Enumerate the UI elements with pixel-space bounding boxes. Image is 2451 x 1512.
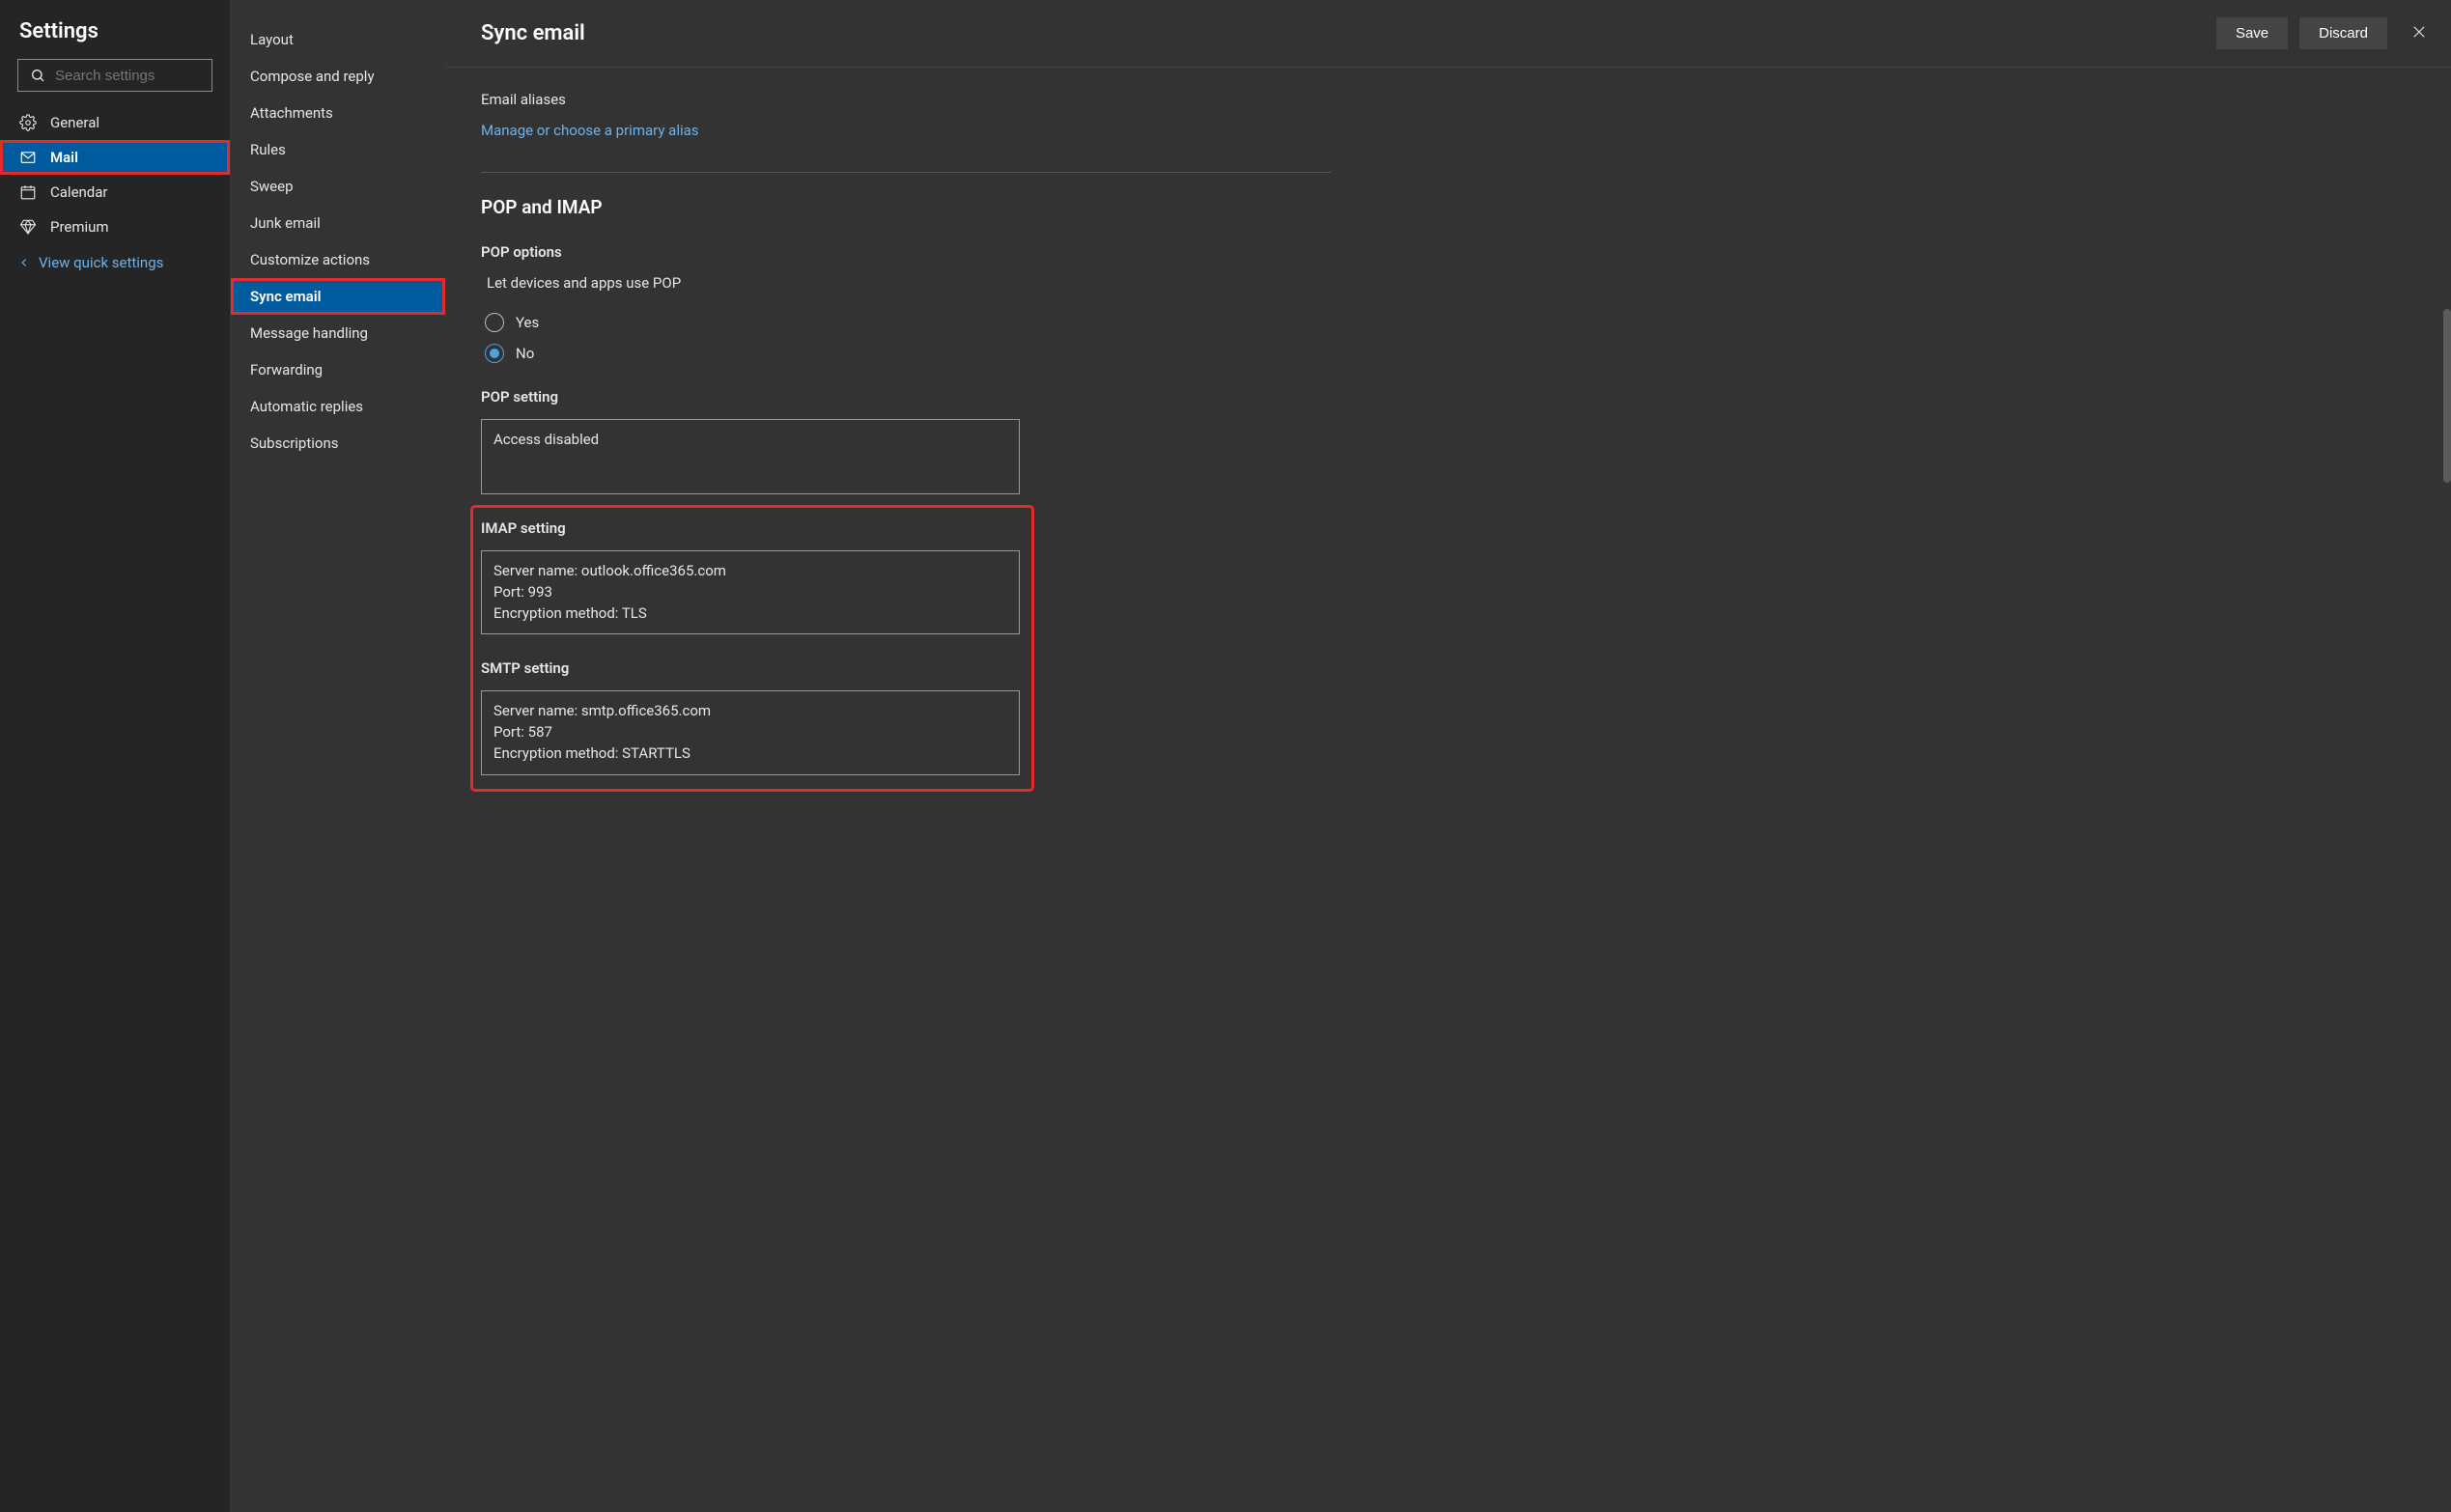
content-header: Sync email Save Discard <box>446 0 2451 68</box>
imap-smtp-highlight: IMAP setting Server name: outlook.office… <box>473 508 1031 789</box>
close-button[interactable] <box>2405 17 2434 49</box>
subnav-sync-email[interactable]: Sync email <box>231 278 445 315</box>
radio-circle <box>485 344 504 363</box>
subnav-rules[interactable]: Rules <box>231 131 445 168</box>
sidebar-item-label: Mail <box>50 149 78 166</box>
save-button[interactable]: Save <box>2216 17 2288 49</box>
sidebar-item-label: General <box>50 114 99 131</box>
pop-option-no[interactable]: No <box>485 338 1331 369</box>
sidebar-item-premium[interactable]: Premium <box>0 210 230 244</box>
subnav-customize-actions[interactable]: Customize actions <box>231 241 445 278</box>
subnav-layout[interactable]: Layout <box>231 21 445 58</box>
diamond-icon <box>19 218 37 236</box>
pop-options-radio-group: Yes No <box>481 307 1331 369</box>
smtp-setting-group: SMTP setting Server name: smtp.office365… <box>481 659 1024 774</box>
imap-setting-group: IMAP setting Server name: outlook.office… <box>481 519 1024 634</box>
pop-option-yes[interactable]: Yes <box>485 307 1331 338</box>
subnav-junk-email[interactable]: Junk email <box>231 205 445 241</box>
settings-sidebar: Settings General Mail Calendar Premium V… <box>0 0 231 1512</box>
mail-icon <box>19 149 37 166</box>
calendar-icon <box>19 183 37 201</box>
sidebar-item-general[interactable]: General <box>0 105 230 140</box>
page-title: Sync email <box>481 21 585 45</box>
pop-setting-heading: POP setting <box>481 388 1331 406</box>
search-settings-box[interactable] <box>17 59 212 92</box>
content-body: Email aliases Manage or choose a primary… <box>446 68 2451 1512</box>
pop-options-heading: POP options <box>481 243 1331 261</box>
view-quick-settings-link[interactable]: View quick settings <box>0 244 230 281</box>
mail-subnav: Layout Compose and reply Attachments Rul… <box>231 0 446 1512</box>
pop-setting-group: POP setting Access disabled <box>481 388 1331 494</box>
sidebar-item-label: Calendar <box>50 183 108 201</box>
search-settings-input[interactable] <box>55 68 200 84</box>
scrollbar-thumb[interactable] <box>2443 309 2451 483</box>
subnav-forwarding[interactable]: Forwarding <box>231 351 445 388</box>
smtp-setting-box: Server name: smtp.office365.com Port: 58… <box>481 690 1020 774</box>
pop-options-desc: Let devices and apps use POP <box>481 274 1331 292</box>
subnav-subscriptions[interactable]: Subscriptions <box>231 425 445 462</box>
manage-alias-link[interactable]: Manage or choose a primary alias <box>481 122 699 139</box>
radio-label: No <box>516 345 534 362</box>
smtp-setting-heading: SMTP setting <box>481 659 1024 677</box>
settings-title: Settings <box>0 14 230 59</box>
radio-label: Yes <box>516 314 539 331</box>
pop-imap-heading: POP and IMAP <box>481 196 1331 218</box>
content-pane: Sync email Save Discard Email aliases Ma… <box>446 0 2451 1512</box>
email-aliases-section: Email aliases Manage or choose a primary… <box>481 91 1331 139</box>
subnav-sweep[interactable]: Sweep <box>231 168 445 205</box>
subnav-automatic-replies[interactable]: Automatic replies <box>231 388 445 425</box>
pop-setting-box: Access disabled <box>481 419 1020 494</box>
subnav-message-handling[interactable]: Message handling <box>231 315 445 351</box>
subnav-compose-reply[interactable]: Compose and reply <box>231 58 445 95</box>
sidebar-item-calendar[interactable]: Calendar <box>0 175 230 210</box>
pop-imap-section: POP and IMAP POP options Let devices and… <box>481 196 1331 789</box>
email-aliases-heading: Email aliases <box>481 91 1331 108</box>
close-icon <box>2410 23 2428 41</box>
radio-circle <box>485 313 504 332</box>
subnav-attachments[interactable]: Attachments <box>231 95 445 131</box>
discard-button[interactable]: Discard <box>2299 17 2387 49</box>
chevron-left-icon <box>17 256 31 269</box>
section-divider <box>481 172 1331 173</box>
search-icon <box>30 68 45 83</box>
imap-setting-box: Server name: outlook.office365.com Port:… <box>481 550 1020 634</box>
quick-link-label: View quick settings <box>39 254 163 271</box>
gear-icon <box>19 114 37 131</box>
sidebar-item-label: Premium <box>50 218 109 236</box>
sidebar-item-mail[interactable]: Mail <box>0 140 230 175</box>
imap-setting-heading: IMAP setting <box>481 519 1024 537</box>
